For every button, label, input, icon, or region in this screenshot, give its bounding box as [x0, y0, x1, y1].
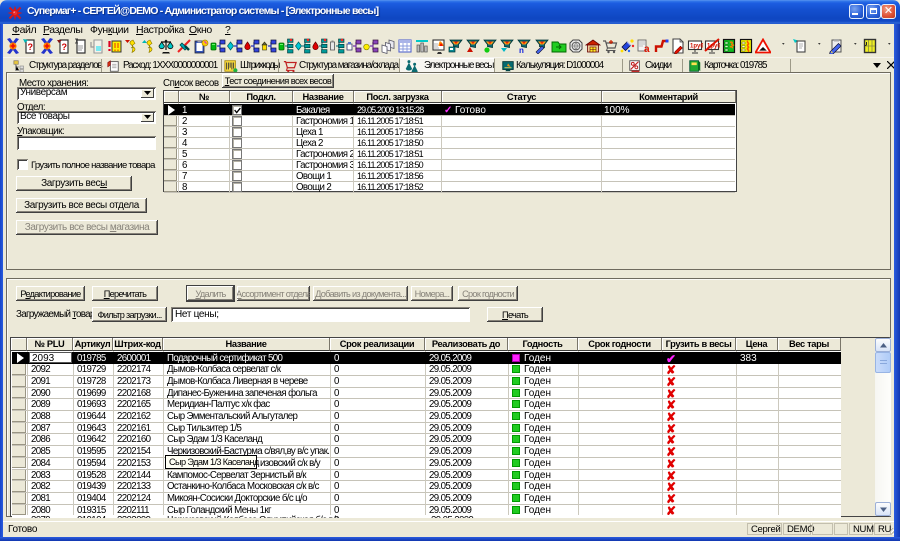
svg-text:n: n — [519, 46, 524, 54]
svg-text:?: ? — [28, 42, 34, 52]
svg-text:1py6: 1py6 — [690, 44, 703, 50]
svg-text:a: a — [644, 44, 650, 54]
svg-text:?: ? — [62, 42, 68, 52]
